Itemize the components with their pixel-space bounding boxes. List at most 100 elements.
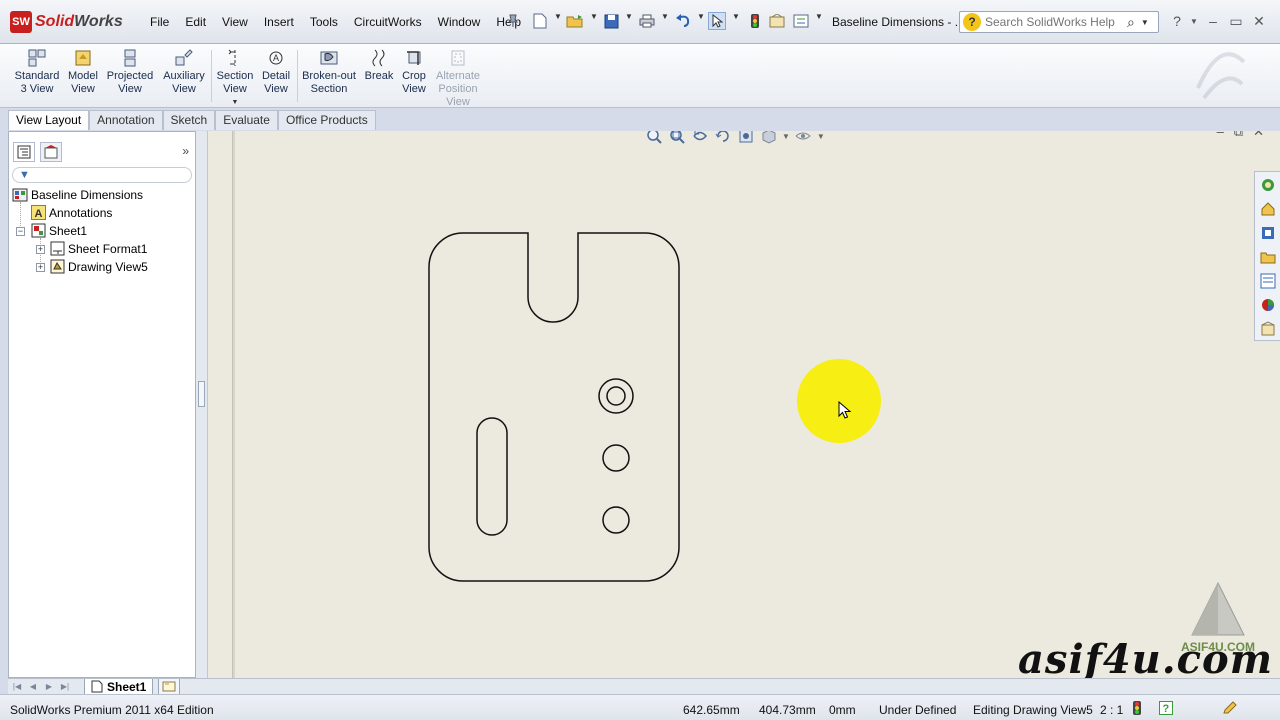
next-sheet-icon[interactable]: ▶ [42, 681, 56, 692]
feature-tree-tab-icon[interactable] [13, 142, 35, 162]
appearances-icon[interactable] [1259, 296, 1277, 314]
search-icon[interactable]: ⌕ [1127, 14, 1135, 31]
pencil-edit-icon[interactable] [1222, 700, 1238, 716]
menu-view[interactable]: View [214, 13, 256, 31]
open-dropdown-icon[interactable]: ▼ [590, 12, 598, 21]
search-folder-icon[interactable] [1259, 248, 1277, 266]
drawing-canvas[interactable]: ▼ ▼ – ⧉ ✕ ASIF4U.COM asif4u.com [208, 131, 1280, 678]
view-palette-icon[interactable] [1259, 272, 1277, 290]
new-dropdown-icon[interactable]: ▼ [554, 12, 562, 21]
asif4u-watermark-url: asif4u.com [1018, 636, 1274, 678]
design-library-icon[interactable] [1259, 200, 1277, 218]
crop-view-icon [405, 48, 423, 68]
rebuild-traffic-light-icon[interactable] [746, 12, 764, 30]
solidworks-resources-icon[interactable] [1259, 176, 1277, 194]
custom-properties-icon[interactable] [1259, 320, 1277, 338]
sheet-format-expand-icon[interactable]: + [36, 245, 45, 254]
break-button[interactable]: Break [362, 48, 396, 83]
annotations-label: Annotations [49, 205, 113, 220]
help-question-icon: ? [963, 13, 981, 31]
section-view-dropdown-icon[interactable]: ▼ [215, 96, 255, 109]
menu-insert[interactable]: Insert [256, 13, 302, 31]
minimize-icon[interactable]: – [1202, 10, 1224, 32]
options-dropdown-icon[interactable]: ▼ [815, 12, 823, 21]
tab-office-products[interactable]: Office Products [277, 110, 376, 130]
filter-icon: ▼ [19, 169, 30, 181]
file-properties-icon[interactable] [768, 12, 786, 30]
tree-filter-box[interactable]: ▼ [12, 167, 192, 183]
menu-edit[interactable]: Edit [177, 13, 214, 31]
previous-sheet-icon[interactable]: ◀ [26, 681, 40, 692]
search-dropdown-icon[interactable]: ▼ [1141, 18, 1149, 27]
tree-root-label: Baseline Dimensions [31, 187, 144, 202]
undo-icon[interactable] [674, 12, 692, 30]
menu-circuitworks[interactable]: CircuitWorks [346, 13, 430, 31]
standard-3-view-icon [28, 48, 46, 68]
crop-view-button[interactable]: Crop View [399, 48, 429, 96]
maximize-icon[interactable]: ▭ [1225, 10, 1247, 32]
model-view-button[interactable]: Model View [66, 48, 100, 96]
tree-item-sheet1[interactable]: Sheet1 [30, 222, 87, 239]
tree-item-sheet-format1[interactable]: Sheet Format1 [49, 240, 147, 257]
panel-splitter[interactable] [196, 131, 208, 678]
print-dropdown-icon[interactable]: ▼ [661, 12, 669, 21]
splitter-grip[interactable] [198, 381, 205, 407]
tab-evaluate[interactable]: Evaluate [215, 110, 278, 130]
status-scale[interactable]: 2 : 1 [1100, 703, 1123, 717]
menu-window[interactable]: Window [430, 13, 489, 31]
file-explorer-icon[interactable] [1259, 224, 1277, 242]
sheet-collapse-icon[interactable]: − [16, 227, 25, 236]
help-search-input[interactable] [985, 15, 1125, 29]
detail-view-button[interactable]: A Detail View [259, 48, 293, 96]
broken-out-section-label-1: Broken-out [302, 70, 356, 82]
standard-3-view-button[interactable]: Standard 3 View [14, 48, 60, 96]
broken-out-section-button[interactable]: Broken-out Section [301, 48, 357, 96]
rebuild-status-icon[interactable] [1129, 700, 1145, 716]
sheet-tab-sheet1[interactable]: Sheet1 [84, 679, 154, 695]
projected-view-button[interactable]: Projected View [106, 48, 154, 96]
open-folder-icon[interactable] [566, 12, 584, 30]
solidworks-logo[interactable]: SW SolidWorks [10, 10, 123, 34]
alternate-position-view-label-1: Alternate [435, 70, 481, 82]
options-icon[interactable] [792, 12, 810, 30]
save-dropdown-icon[interactable]: ▼ [625, 12, 633, 21]
crop-view-label-1: Crop [402, 70, 426, 82]
tree-item-annotations[interactable]: A Annotations [30, 204, 112, 221]
tab-view-layout[interactable]: View Layout [8, 110, 90, 130]
undo-dropdown-icon[interactable]: ▼ [697, 12, 705, 21]
sheet-format-icon [49, 241, 65, 256]
select-dropdown-icon[interactable]: ▼ [732, 12, 740, 21]
tab-annotation[interactable]: Annotation [89, 110, 163, 130]
property-manager-tab-icon[interactable] [40, 142, 62, 162]
tree-root[interactable]: Baseline Dimensions [12, 186, 143, 203]
expand-panel-icon[interactable]: » [182, 144, 189, 158]
print-icon[interactable] [638, 12, 656, 30]
quick-tips-help-icon[interactable]: ? [1158, 700, 1174, 716]
help-search-box[interactable]: ? ⌕ ▼ [959, 11, 1159, 33]
new-document-icon[interactable] [531, 12, 549, 30]
section-view-button[interactable]: Section View ▼ [215, 48, 255, 109]
auxiliary-view-button[interactable]: Auxiliary View [161, 48, 207, 96]
menu-tools[interactable]: Tools [302, 13, 346, 31]
tab-sketch[interactable]: Sketch [162, 110, 216, 130]
save-icon[interactable] [602, 12, 620, 30]
alternate-position-view-button[interactable]: Alternate Position View [433, 48, 483, 109]
add-sheet-button[interactable] [158, 679, 180, 695]
select-arrow-icon[interactable] [708, 12, 726, 30]
broken-out-section-icon [320, 48, 338, 68]
first-sheet-icon[interactable]: |◀ [10, 681, 24, 692]
command-manager-tabs: View Layout Annotation Sketch Evaluate O… [8, 110, 376, 130]
drawing-view-expand-icon[interactable]: + [36, 263, 45, 272]
status-z-coordinate: 0mm [829, 703, 856, 717]
last-sheet-icon[interactable]: ▶| [58, 681, 72, 692]
menu-file[interactable]: File [142, 13, 177, 31]
projected-view-label-1: Projected [106, 70, 154, 82]
tree-item-drawing-view5[interactable]: Drawing View5 [49, 258, 148, 275]
pushpin-icon[interactable] [504, 12, 522, 30]
standard-3-view-label-2: 3 View [20, 83, 54, 95]
drawing-view-icon [49, 259, 65, 274]
sheet-tab-label: Sheet1 [107, 679, 147, 694]
auxiliary-view-label-2: View [172, 83, 196, 95]
close-icon[interactable]: ✕ [1248, 10, 1270, 32]
detail-view-label-1: Detail [261, 70, 291, 82]
